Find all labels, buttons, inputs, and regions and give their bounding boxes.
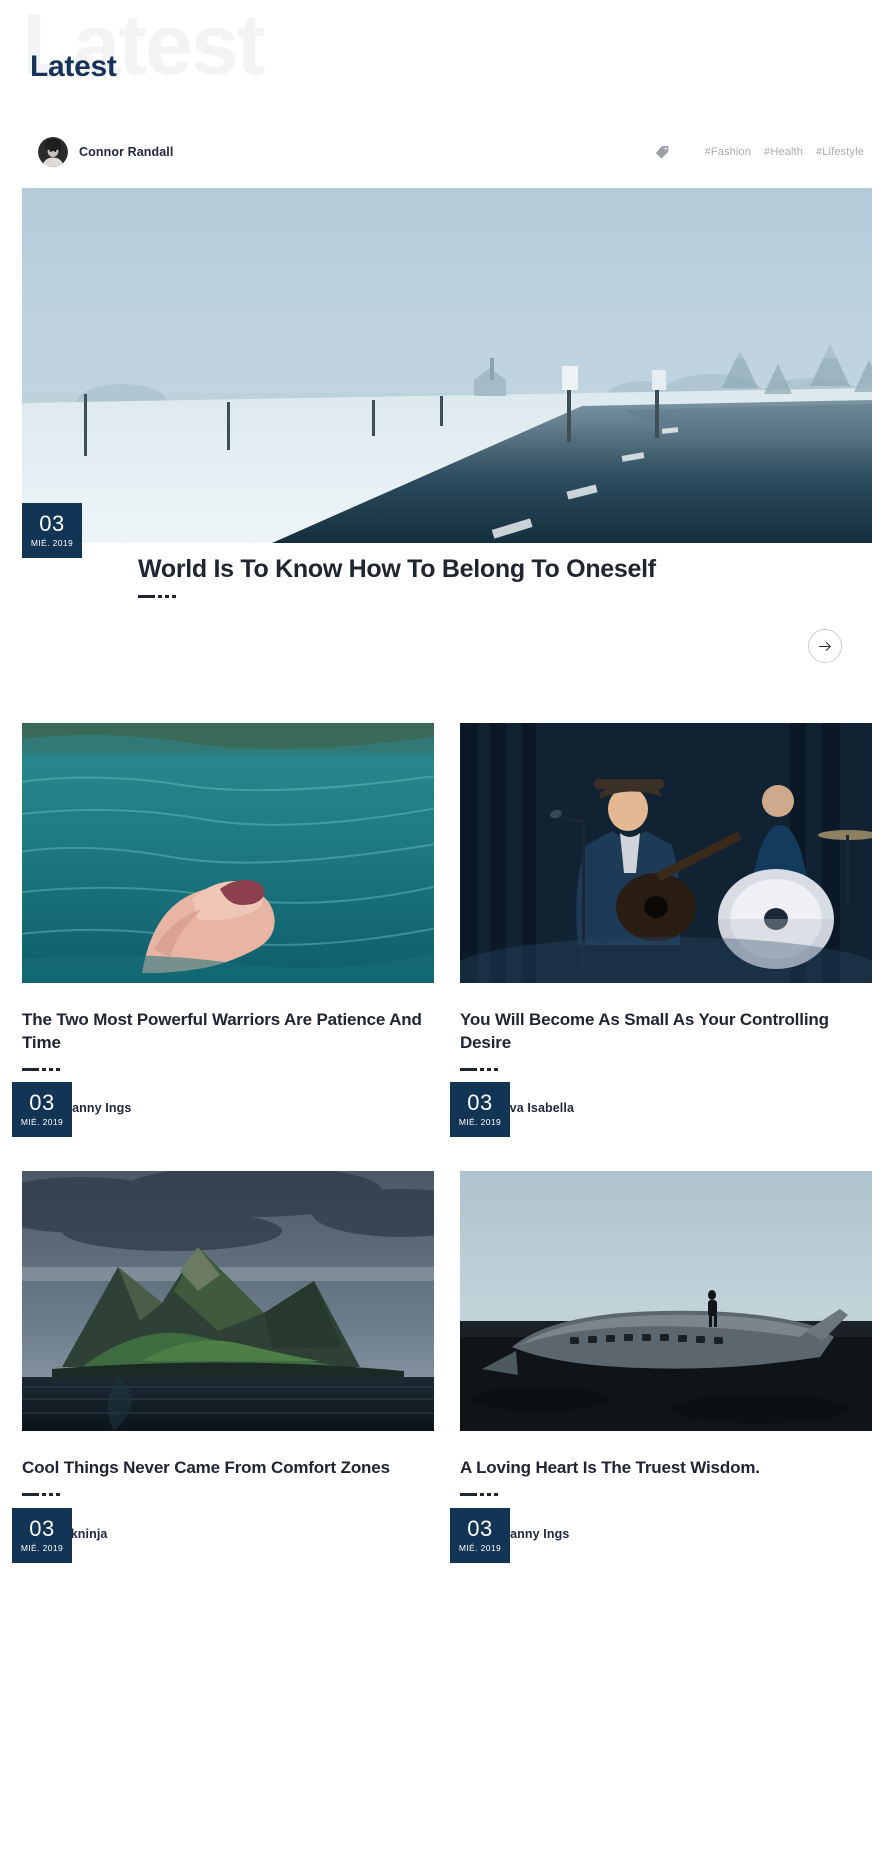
card-author[interactable]: Ava Isabella <box>460 1093 872 1124</box>
page-title: Latest <box>30 50 117 83</box>
post-card[interactable]: 03 MIÉ. 2019 The Two Most Powerful Warri… <box>12 723 434 1138</box>
hero-post[interactable]: 03 MIÉ. 2019 World Is To Know How To Bel… <box>22 188 872 663</box>
card-author[interactable]: bkninja <box>22 1518 434 1549</box>
card-date-badge: 03 MIÉ. 2019 <box>450 1507 510 1563</box>
header-author-chip[interactable]: Connor Randall <box>38 137 173 167</box>
card-divider <box>460 1067 872 1071</box>
card-divider <box>460 1493 872 1497</box>
avatar-connor-randall <box>38 137 68 167</box>
card-image-band-stage <box>460 723 872 983</box>
tag-link-health[interactable]: #Health <box>764 146 803 158</box>
card-date-day: 03 <box>467 1515 493 1541</box>
card-date-day: 03 <box>467 1090 493 1116</box>
card-author-name: Danny Ings <box>501 1526 570 1541</box>
hero-date-day: 03 <box>39 511 65 536</box>
card-author-name: Ava Isabella <box>501 1101 575 1116</box>
card-author[interactable]: Danny Ings <box>22 1093 434 1124</box>
tag-link-fashion[interactable]: #Fashion <box>705 146 751 158</box>
card-title[interactable]: A Loving Heart Is The Truest Wisdom. <box>460 1457 872 1480</box>
hero-image <box>22 188 872 543</box>
tag-link-lifestyle[interactable]: #Lifestyle <box>816 146 864 158</box>
card-author[interactable]: Danny Ings <box>460 1518 872 1549</box>
card-title[interactable]: The Two Most Powerful Warriors Are Patie… <box>22 1009 434 1054</box>
tag-group: #Fashion #Health #Lifestyle <box>655 145 864 159</box>
card-divider <box>22 1067 434 1071</box>
card-date-sub: MIÉ. 2019 <box>20 1117 64 1128</box>
hero-date-sub: MIÉ. 2019 <box>30 538 74 549</box>
card-image-hand-ocean <box>22 723 434 983</box>
card-date-badge: 03 MIÉ. 2019 <box>450 1082 510 1138</box>
hero-title[interactable]: World Is To Know How To Belong To Onesel… <box>138 555 656 585</box>
tag-icon <box>655 145 669 159</box>
meta-bar: Connor Randall #Fashion #Health #Lifesty… <box>0 130 894 174</box>
latest-posts-page: Latest Latest Connor Randall #Fashion #H… <box>0 0 894 1589</box>
hero-divider <box>138 595 656 599</box>
card-image-plane-wreck <box>460 1171 872 1432</box>
card-image-mountain-fjord <box>22 1171 434 1432</box>
hero-text-block: World Is To Know How To Belong To Onesel… <box>44 543 656 599</box>
card-date-day: 03 <box>29 1515 55 1541</box>
card-date-badge: 03 MIÉ. 2019 <box>12 1507 72 1563</box>
post-card[interactable]: 03 MIÉ. 2019 A Loving Heart Is The Trues… <box>450 1171 872 1563</box>
hero-action-row <box>22 615 872 663</box>
post-card[interactable]: 03 MIÉ. 2019 You Will Become As Small As… <box>450 723 872 1138</box>
header-author-name: Connor Randall <box>79 145 174 159</box>
page-header: Latest Latest <box>0 0 894 118</box>
post-card[interactable]: 03 MIÉ. 2019 Cool Things Never Came From… <box>12 1171 434 1563</box>
card-author-name: Danny Ings <box>63 1101 132 1116</box>
card-title[interactable]: Cool Things Never Came From Comfort Zone… <box>22 1457 434 1480</box>
card-date-badge: 03 MIÉ. 2019 <box>12 1082 72 1138</box>
card-date-sub: MIÉ. 2019 <box>458 1117 502 1128</box>
card-date-sub: MIÉ. 2019 <box>458 1542 502 1553</box>
card-date-sub: MIÉ. 2019 <box>20 1542 64 1553</box>
card-title[interactable]: You Will Become As Small As Your Control… <box>460 1009 872 1054</box>
hero-date-badge: 03 MIÉ. 2019 <box>22 503 82 559</box>
post-grid: 03 MIÉ. 2019 The Two Most Powerful Warri… <box>0 663 894 1589</box>
card-date-day: 03 <box>29 1090 55 1116</box>
card-divider <box>22 1493 434 1497</box>
hero-caption-bar: 03 MIÉ. 2019 World Is To Know How To Bel… <box>22 503 872 615</box>
hero-next-button[interactable] <box>808 629 842 663</box>
